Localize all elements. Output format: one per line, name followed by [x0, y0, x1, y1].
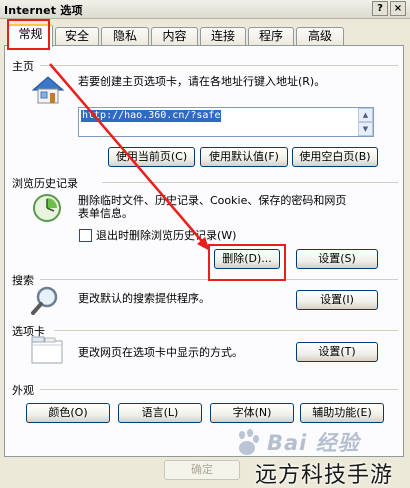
- tabs-settings-button[interactable]: 设置(T): [296, 342, 378, 362]
- use-blank-button[interactable]: 使用空白页(B): [292, 147, 378, 167]
- languages-button[interactable]: 语言(L): [118, 403, 202, 423]
- tab-general[interactable]: 常规: [8, 24, 53, 47]
- history-description-line2: 表单信息。: [78, 207, 133, 220]
- tab-privacy[interactable]: 隐私: [101, 27, 149, 46]
- tab-advanced[interactable]: 高级: [296, 27, 344, 46]
- magnifier-icon: [31, 286, 58, 315]
- divider: [102, 182, 398, 183]
- fonts-button[interactable]: 字体(N): [210, 403, 294, 423]
- colors-button[interactable]: 颜色(O): [26, 403, 110, 423]
- divider: [54, 330, 398, 331]
- use-current-page-button[interactable]: 使用当前页(C): [108, 147, 195, 167]
- tabs-window-icon: [31, 336, 63, 364]
- home-page-description: 若要创建主页选项卡，请在各地址行键入地址(R)。: [78, 75, 326, 88]
- divider: [40, 389, 398, 390]
- history-clock-icon: [33, 194, 61, 222]
- accessibility-button[interactable]: 辅助功能(E): [300, 403, 384, 423]
- title-bar: Internet 选项 ? ×: [0, 0, 410, 19]
- home-page-url-value: http://hao.360.cn/?safe: [81, 110, 222, 122]
- scroll-up-arrow-icon[interactable]: ▲: [358, 108, 373, 122]
- home-page-section-label: 主页: [12, 60, 34, 73]
- ok-button[interactable]: 确定: [164, 460, 240, 480]
- scroll-down-arrow-icon[interactable]: ▼: [358, 122, 373, 136]
- delete-history-button[interactable]: 删除(D)...: [214, 249, 280, 269]
- use-default-button[interactable]: 使用默认值(F): [200, 147, 288, 167]
- search-settings-button[interactable]: 设置(I): [296, 290, 378, 310]
- help-button[interactable]: ?: [372, 1, 388, 16]
- history-section-label: 浏览历史记录: [12, 177, 78, 190]
- history-settings-button[interactable]: 设置(S): [296, 249, 378, 269]
- tab-content[interactable]: 内容: [151, 27, 198, 46]
- appearance-section-label: 外观: [12, 384, 34, 397]
- history-description-line1: 删除临时文件、历史记录、Cookie、保存的密码和网页: [78, 194, 347, 207]
- window-title: Internet 选项: [4, 4, 83, 17]
- brand-watermark-text: 远方科技手游: [255, 463, 394, 488]
- tab-security[interactable]: 安全: [55, 27, 99, 46]
- delete-on-exit-label: 退出时删除浏览历史记录(W): [96, 229, 237, 242]
- divider: [40, 279, 398, 280]
- tab-programs[interactable]: 程序: [248, 27, 294, 46]
- delete-on-exit-checkbox[interactable]: [79, 229, 92, 242]
- divider: [40, 65, 398, 66]
- tab-strip: 常规 安全 隐私 内容 连接 程序 高级: [0, 24, 410, 47]
- tab-connections[interactable]: 连接: [200, 27, 246, 46]
- tabs-description: 更改网页在选项卡中显示的方式。: [78, 346, 243, 359]
- search-description: 更改默认的搜索提供程序。: [78, 292, 210, 305]
- close-button[interactable]: ×: [390, 1, 406, 16]
- home-page-url-field[interactable]: http://hao.360.cn/?safe ▲ ▼: [78, 107, 374, 137]
- house-icon: [31, 76, 65, 104]
